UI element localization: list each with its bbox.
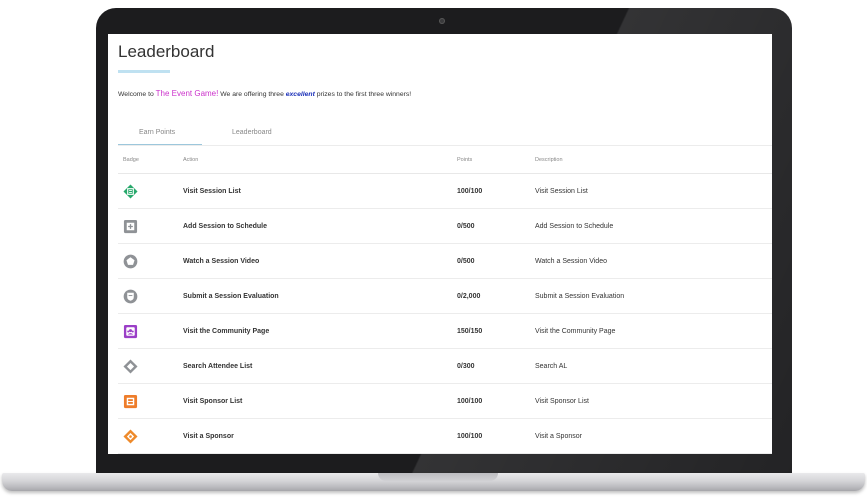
table-row: Submit a Session Evaluation 0/2,000 Subm… [118, 279, 772, 314]
row-points: 0/500 [457, 258, 475, 265]
schedule-badge-icon [123, 219, 138, 234]
video-badge-icon [123, 254, 138, 269]
table-row: Visit a Sponsor 100/100 Visit a Sponsor [118, 419, 772, 454]
row-description: Search AL [535, 363, 568, 370]
row-points: 0/500 [457, 223, 475, 230]
table-row: Visit Session List 100/100 Visit Session… [118, 174, 772, 209]
row-description: Submit a Session Evaluation [535, 293, 625, 300]
session-list-badge-icon [123, 184, 138, 199]
row-points: 0/2,000 [457, 293, 481, 300]
row-description: Visit a Sponsor [535, 433, 582, 440]
tab-divider [118, 145, 772, 146]
row-action: Watch a Session Video [183, 258, 260, 265]
row-action: Visit Sponsor List [183, 398, 243, 405]
welcome-pre: Welcome to [118, 91, 156, 98]
row-action: Submit a Session Evaluation [183, 293, 279, 300]
table-row: Visit the Community Page 150/150 Visit t… [118, 314, 772, 349]
sponsor-list-badge-icon [123, 394, 138, 409]
row-points: 100/100 [457, 398, 483, 405]
table-row: Watch a Session Video 0/500 Watch a Sess… [118, 244, 772, 279]
laptop-screen: Leaderboard Welcome to The Event Game! W… [108, 34, 772, 454]
attendee-search-badge-icon [123, 359, 138, 374]
row-description: Visit Sponsor List [535, 398, 589, 405]
evaluation-badge-icon [123, 289, 138, 304]
column-header-description: Description [535, 157, 563, 163]
welcome-emphasis: excellent [285, 91, 315, 98]
table-row: Visit Sponsor List 100/100 Visit Sponsor… [118, 384, 772, 419]
welcome-post: prizes to the first three winners! [314, 91, 412, 98]
welcome-mid: We are offering three [218, 91, 286, 98]
row-action: Visit the Community Page [183, 328, 270, 335]
laptop-notch [378, 473, 498, 481]
tab-leaderboard[interactable]: Leaderboard [232, 129, 272, 136]
welcome-message: Welcome to The Event Game! We are offeri… [118, 89, 411, 98]
row-description: Watch a Session Video [535, 258, 607, 265]
row-action: Add Session to Schedule [183, 223, 268, 230]
row-points: 0/300 [457, 363, 475, 370]
camera-icon [439, 18, 445, 24]
column-header-points: Points [457, 157, 473, 163]
row-description: Add Session to Schedule [535, 223, 614, 230]
page-title: Leaderboard [118, 42, 215, 61]
column-header-badge: Badge [123, 157, 139, 163]
sponsor-badge-icon [123, 429, 138, 444]
row-points: 150/150 [457, 328, 483, 335]
row-points: 100/100 [457, 433, 483, 440]
row-points: 100/100 [457, 188, 483, 195]
table-row: Add Session to Schedule 0/500 Add Sessio… [118, 209, 772, 244]
community-badge-icon [123, 324, 138, 339]
tab-earn-points[interactable]: Earn Points [139, 129, 175, 136]
row-action: Search Attendee List [183, 363, 253, 370]
row-action: Visit a Sponsor [183, 433, 234, 440]
table-row: Search Attendee List 0/300 Search AL [118, 349, 772, 384]
row-action: Visit Session List [183, 188, 241, 195]
event-game-name: The Event Game! [155, 89, 219, 98]
row-description: Visit Session List [535, 188, 588, 195]
title-underline [118, 70, 170, 73]
row-description: Visit the Community Page [535, 328, 616, 335]
column-header-action: Action [183, 157, 199, 163]
